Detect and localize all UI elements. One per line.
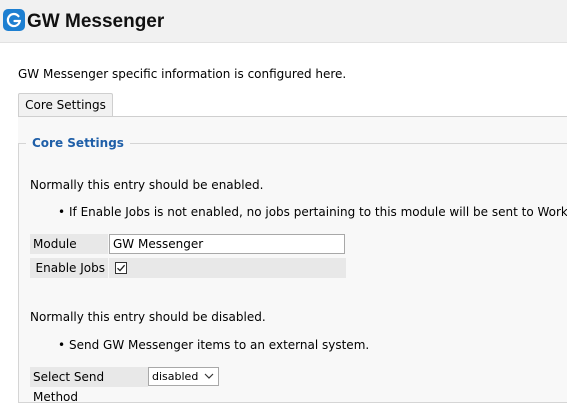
page-header: GW Messenger xyxy=(0,0,567,43)
app-title: GW Messenger xyxy=(27,11,165,32)
fieldset-legend: Core Settings xyxy=(26,136,130,150)
bullet-icon: • xyxy=(58,205,66,219)
tab-core-settings[interactable]: Core Settings xyxy=(18,93,113,116)
module-name-label: Module name xyxy=(30,234,108,271)
send-method-label: Select Send Method xyxy=(30,367,148,404)
chevron-down-icon xyxy=(204,373,214,379)
send-method-select[interactable]: disabled xyxy=(148,367,219,386)
gw-logo-icon xyxy=(3,9,25,31)
send-method-value: disabled xyxy=(152,370,199,383)
enable-jobs-cell xyxy=(109,258,346,278)
checkmark-icon xyxy=(117,264,126,272)
disabled-note: Normally this entry should be disabled. xyxy=(30,310,266,324)
enabled-note: Normally this entry should be enabled. xyxy=(30,178,264,192)
enable-jobs-label: Enable Jobs xyxy=(30,258,108,278)
intro-text: GW Messenger specific information is con… xyxy=(18,67,347,81)
bullet-icon: • xyxy=(58,338,66,352)
enabled-bullet-text: If Enable Jobs is not enabled, no jobs p… xyxy=(69,205,567,219)
disabled-bullet-text: Send GW Messenger items to an external s… xyxy=(69,338,370,352)
module-name-input[interactable] xyxy=(109,234,345,254)
enable-jobs-checkbox[interactable] xyxy=(115,262,127,274)
